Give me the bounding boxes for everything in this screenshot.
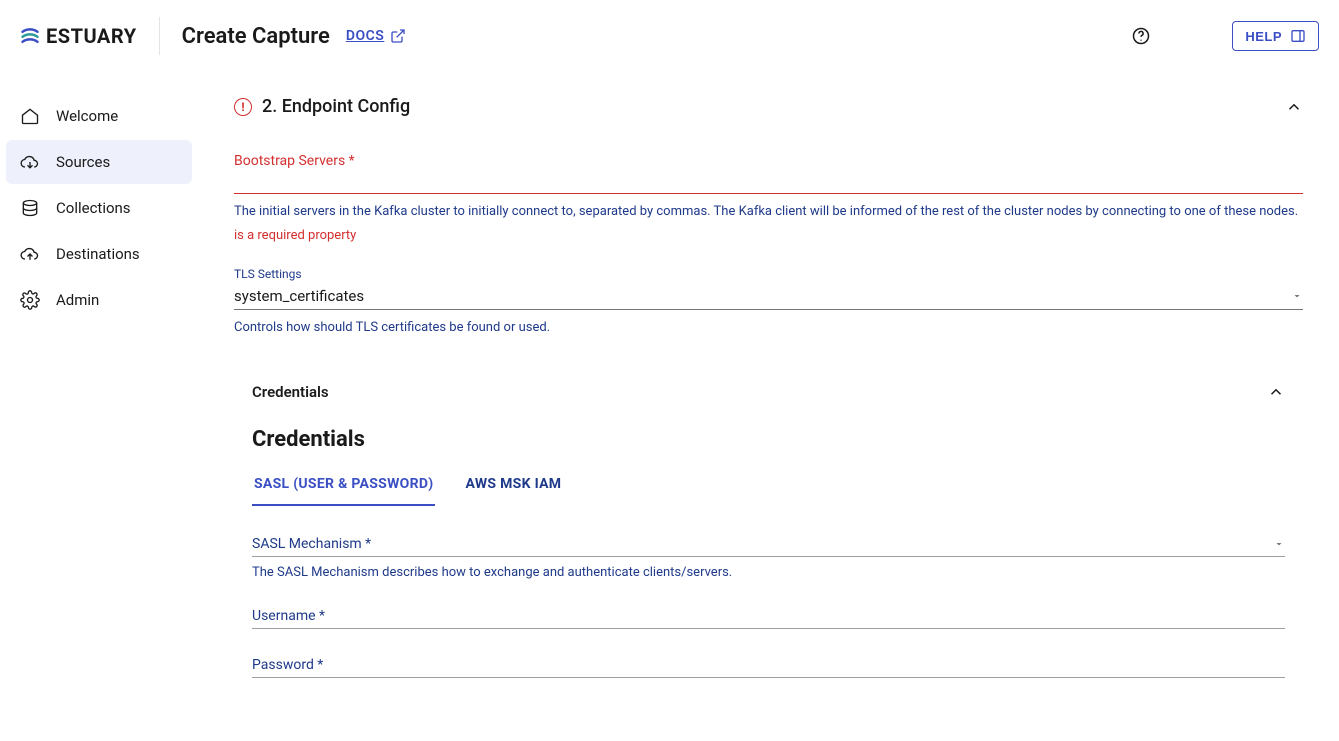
panel-right-icon — [1290, 28, 1306, 44]
logo: ESTUARY — [20, 17, 160, 55]
bootstrap-servers-error: is a required property — [234, 228, 1303, 243]
sidebar-item-label: Destinations — [56, 245, 140, 263]
docs-link[interactable]: DOCS — [346, 28, 406, 44]
help-button-label: HELP — [1245, 29, 1282, 44]
tls-settings-value: system_certificates — [234, 287, 1291, 305]
logo-text: ESTUARY — [46, 24, 137, 48]
home-icon — [20, 106, 40, 126]
caret-down-icon — [1273, 538, 1285, 550]
error-circle-icon: ! — [234, 98, 252, 116]
cloud-upload-icon — [20, 244, 40, 264]
gear-icon — [20, 290, 40, 310]
caret-down-icon — [1291, 290, 1303, 302]
credentials-heading: Credentials — [252, 427, 1285, 452]
password-label: Password * — [252, 657, 323, 673]
bootstrap-servers-input[interactable] — [234, 171, 1303, 194]
tls-settings-field: TLS Settings system_certificates Control… — [234, 267, 1303, 338]
sidebar-item-welcome[interactable]: Welcome — [6, 94, 192, 138]
tls-settings-select[interactable]: system_certificates — [234, 283, 1303, 310]
help-button[interactable]: HELP — [1232, 21, 1319, 51]
header: ESTUARY Create Capture DOCS — [0, 0, 1339, 72]
docs-link-label: DOCS — [346, 28, 384, 44]
logo-mark-icon — [20, 26, 40, 46]
username-field: Username * — [252, 606, 1285, 629]
tls-settings-label: TLS Settings — [234, 267, 1303, 281]
sidebar-item-label: Welcome — [56, 107, 118, 125]
credentials-tabs: SASL (USER & PASSWORD) AWS MSK IAM — [252, 468, 1285, 506]
sidebar-item-destinations[interactable]: Destinations — [6, 232, 192, 276]
bootstrap-servers-helper: The initial servers in the Kafka cluster… — [234, 202, 1303, 222]
sidebar-item-admin[interactable]: Admin — [6, 278, 192, 322]
main-content: ! 2. Endpoint Config Bootstrap Servers *… — [198, 72, 1339, 741]
page-title: Create Capture — [182, 24, 330, 49]
username-label: Username * — [252, 608, 325, 624]
tab-aws-msk-iam[interactable]: AWS MSK IAM — [463, 468, 563, 506]
sidebar-item-label: Sources — [56, 153, 110, 171]
cloud-download-icon — [20, 152, 40, 172]
sidebar-item-label: Collections — [56, 199, 131, 217]
section-title: 2. Endpoint Config — [262, 96, 410, 117]
endpoint-config-panel: ! 2. Endpoint Config Bootstrap Servers *… — [198, 72, 1339, 741]
password-field: Password * — [252, 655, 1285, 678]
tab-label: SASL (USER & PASSWORD) — [254, 476, 433, 492]
sasl-mechanism-select[interactable]: SASL Mechanism * — [252, 534, 1285, 557]
sidebar-item-label: Admin — [56, 291, 99, 309]
sasl-mechanism-label: SASL Mechanism * — [252, 536, 1273, 552]
tab-sasl[interactable]: SASL (USER & PASSWORD) — [252, 468, 435, 506]
sidebar-item-collections[interactable]: Collections — [6, 186, 192, 230]
credentials-block: Credentials SASL (USER & PASSWORD) AWS M… — [234, 417, 1303, 678]
chevron-up-icon — [1267, 383, 1285, 401]
help-icon-button[interactable] — [1130, 25, 1152, 47]
credentials-panel-header[interactable]: Credentials — [234, 367, 1303, 417]
external-link-icon — [390, 28, 406, 44]
bootstrap-servers-field: Bootstrap Servers * The initial servers … — [234, 153, 1303, 243]
sasl-mechanism-field: SASL Mechanism * The SASL Mechanism desc… — [252, 534, 1285, 580]
sidebar-item-sources[interactable]: Sources — [6, 140, 192, 184]
tab-label: AWS MSK IAM — [465, 476, 561, 492]
section-header[interactable]: ! 2. Endpoint Config — [234, 96, 1303, 117]
password-input[interactable] — [323, 657, 1285, 673]
username-input[interactable] — [325, 608, 1285, 624]
tls-settings-helper: Controls how should TLS certificates be … — [234, 318, 1303, 338]
credentials-panel-title: Credentials — [252, 383, 329, 401]
sasl-mechanism-helper: The SASL Mechanism describes how to exch… — [252, 565, 1285, 580]
bootstrap-servers-label: Bootstrap Servers * — [234, 153, 1303, 169]
sidebar: Welcome Sources Collections Destinations — [0, 72, 198, 741]
question-circle-icon — [1131, 26, 1151, 46]
chevron-up-icon — [1285, 98, 1303, 116]
database-icon — [20, 198, 40, 218]
